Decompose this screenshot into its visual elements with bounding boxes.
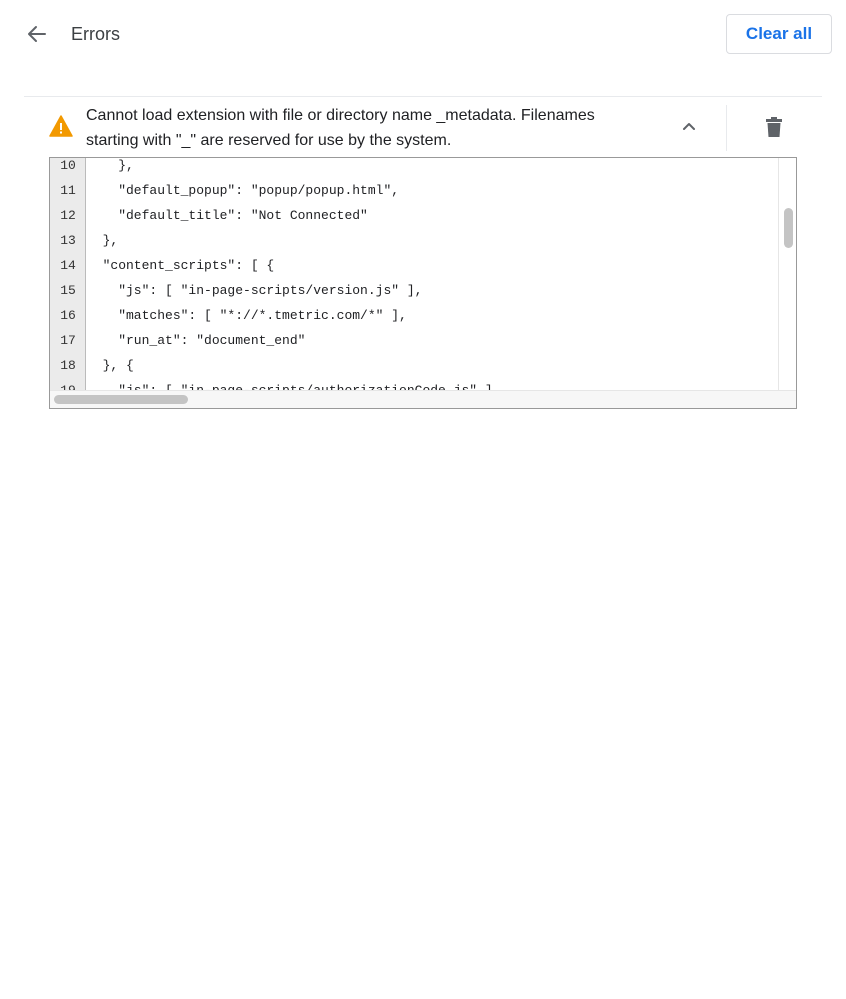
clear-all-button[interactable]: Clear all (726, 14, 832, 54)
line-number: 15 (60, 283, 76, 298)
code-text: "default_popup": "popup/popup.html", (87, 183, 400, 198)
code-viewer: 10 }, 11 "default_popup": "popup/popup.h… (49, 157, 797, 409)
code-text: "run_at": "document_end" (87, 333, 306, 348)
code-line: 17 "run_at": "document_end" (60, 328, 306, 353)
code-text: "matches": [ "*://*.tmetric.com/*" ], (87, 308, 407, 323)
arrow-back-icon (28, 26, 46, 42)
code-line: 16 "matches": [ "*://*.tmetric.com/*" ], (60, 303, 407, 328)
code-line: 18 }, { (60, 353, 134, 378)
line-number: 12 (60, 208, 76, 223)
line-number: 13 (60, 233, 76, 248)
line-number: 11 (60, 183, 76, 198)
separator (726, 105, 727, 151)
line-number: 17 (60, 333, 76, 348)
page-title: Errors (71, 24, 120, 44)
collapse-button[interactable] (674, 111, 704, 141)
code-line: 12 "default_title": "Not Connected" (60, 203, 368, 228)
warning-icon (49, 115, 73, 137)
code-text: }, { (87, 358, 134, 373)
vertical-scrollbar[interactable] (778, 158, 796, 390)
error-item: Cannot load extension with file or direc… (24, 97, 822, 157)
back-button[interactable] (20, 18, 54, 50)
code-line: 11 "default_popup": "popup/popup.html", (60, 178, 400, 203)
code-text: "js": [ "in-page-scripts/version.js" ], (87, 283, 423, 298)
horizontal-scrollbar-thumb[interactable] (54, 395, 188, 404)
code-line: 10 }, (60, 158, 134, 178)
code-line: 14 "content_scripts": [ { (60, 253, 275, 278)
page-header: Errors Clear all (0, 0, 846, 68)
code-text: }, (87, 158, 134, 173)
code-line: 13 }, (60, 228, 119, 253)
horizontal-scrollbar[interactable] (50, 390, 796, 408)
delete-button[interactable] (760, 113, 788, 141)
code-text: }, (87, 233, 119, 248)
code-area: 10 }, 11 "default_popup": "popup/popup.h… (60, 158, 777, 390)
line-number: 16 (60, 308, 76, 323)
line-number: 10 (60, 158, 76, 173)
code-text: "content_scripts": [ { (87, 258, 275, 273)
code-text: "default_title": "Not Connected" (87, 208, 368, 223)
vertical-scrollbar-thumb[interactable] (784, 208, 793, 248)
line-number: 18 (60, 358, 76, 373)
error-message: Cannot load extension with file or direc… (86, 107, 595, 149)
trash-icon (766, 117, 782, 137)
chevron-up-icon (683, 123, 695, 130)
code-line: 15 "js": [ "in-page-scripts/version.js" … (60, 278, 423, 303)
line-number: 14 (60, 258, 76, 273)
